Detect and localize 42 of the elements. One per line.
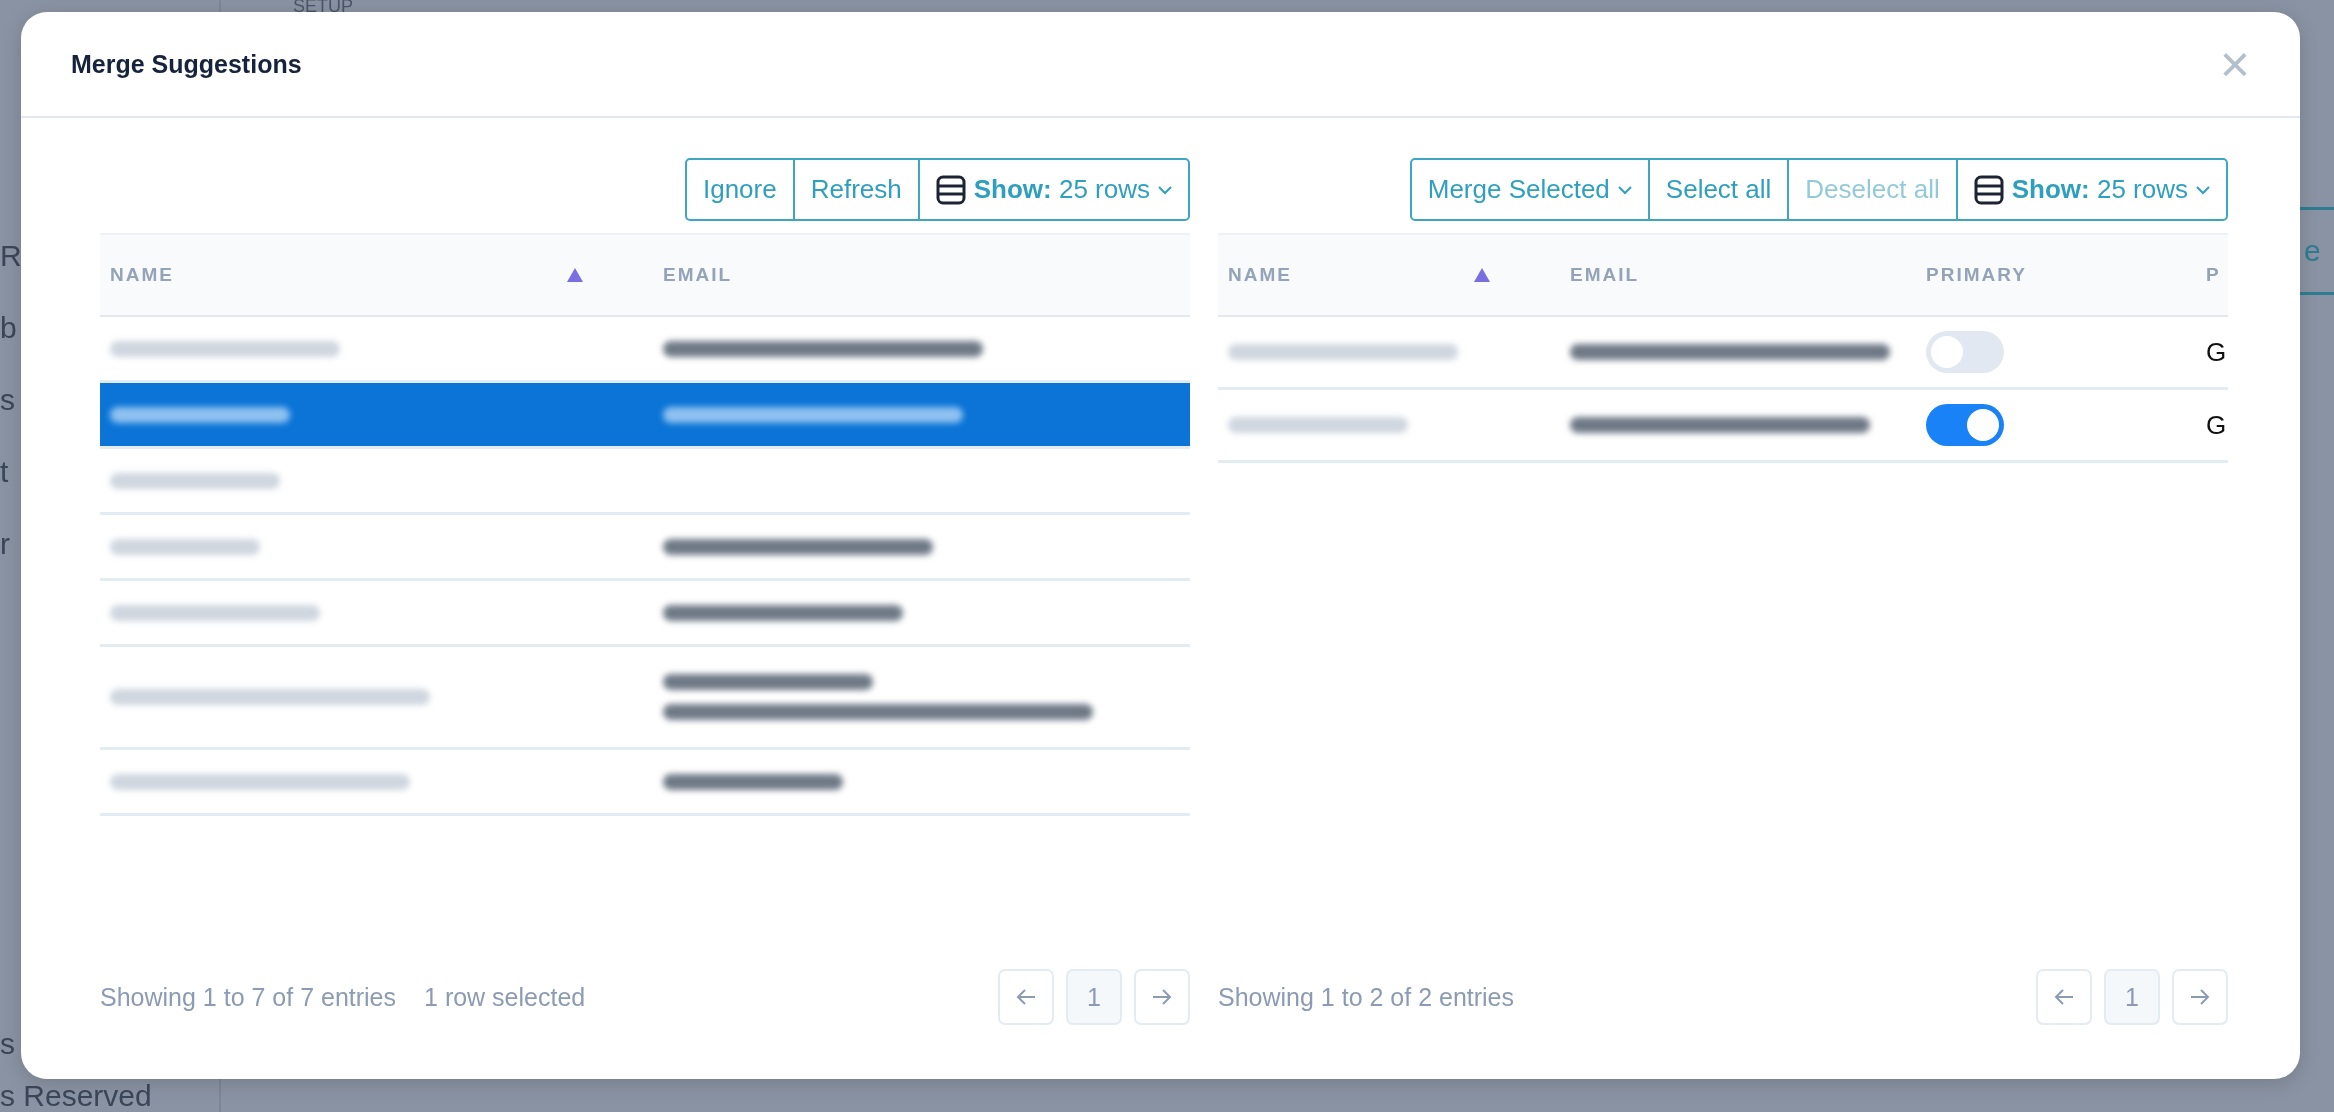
table-cell: G (2206, 409, 2228, 441)
entries-info: Showing 1 to 2 of 2 entries (1218, 982, 1515, 1012)
rows-dropdown[interactable]: Show: 25 rows (917, 158, 1190, 221)
arrow-left-icon (2054, 988, 2074, 1006)
table-row[interactable] (100, 383, 1190, 449)
sidebar-text: s (0, 1028, 16, 1060)
sidebar-text: s Reserved (0, 1080, 153, 1112)
rows-dropdown[interactable]: Show: 25 rows (1955, 158, 2228, 221)
close-button[interactable]: × (2219, 44, 2250, 84)
sort-ascending-icon (1474, 268, 1490, 282)
arrow-left-icon (1016, 988, 1036, 1006)
arrow-right-icon (2190, 988, 2210, 1006)
previous-page-button[interactable] (2036, 969, 2092, 1025)
toolbar-button[interactable]: Refresh (792, 158, 920, 221)
column-header[interactable]: PRIMARY (1916, 264, 2027, 286)
next-page-button[interactable] (2172, 969, 2228, 1025)
chevron-down-icon (2196, 184, 2210, 195)
merge-dropdown[interactable]: Merge Selected (1409, 158, 1650, 221)
section-label: SETUP (293, 0, 354, 17)
chevron-down-icon (1617, 184, 1632, 195)
arrow-right-icon (1152, 988, 1172, 1006)
entries-info: Showing 1 to 7 of 7 entries (100, 982, 397, 1012)
rows-icon (1973, 174, 2004, 205)
next-page-button[interactable] (1134, 969, 1190, 1025)
toolbar-button[interactable]: Ignore (684, 158, 795, 221)
column-header[interactable]: NAME (1218, 264, 1292, 286)
rows-icon (935, 174, 966, 205)
column-header[interactable]: EMAIL (653, 264, 733, 286)
selection-info: 1 row selected (424, 982, 586, 1012)
toggle-switch[interactable] (1926, 331, 2004, 373)
page-button[interactable]: 1 (1066, 969, 1122, 1025)
sort-ascending-icon (567, 268, 583, 282)
column-header[interactable]: P (2196, 264, 2221, 286)
page-button[interactable]: 1 (2104, 969, 2160, 1025)
column-header[interactable]: NAME (100, 264, 174, 286)
toolbar-button[interactable]: Select all (1647, 158, 1790, 221)
toggle-switch[interactable] (1926, 404, 2004, 446)
previous-page-button[interactable] (998, 969, 1054, 1025)
chevron-down-icon (1158, 184, 1172, 195)
column-header[interactable]: EMAIL (1560, 264, 1640, 286)
table-cell: G (2206, 336, 2228, 368)
dialog-title: Merge Suggestions (71, 49, 302, 79)
